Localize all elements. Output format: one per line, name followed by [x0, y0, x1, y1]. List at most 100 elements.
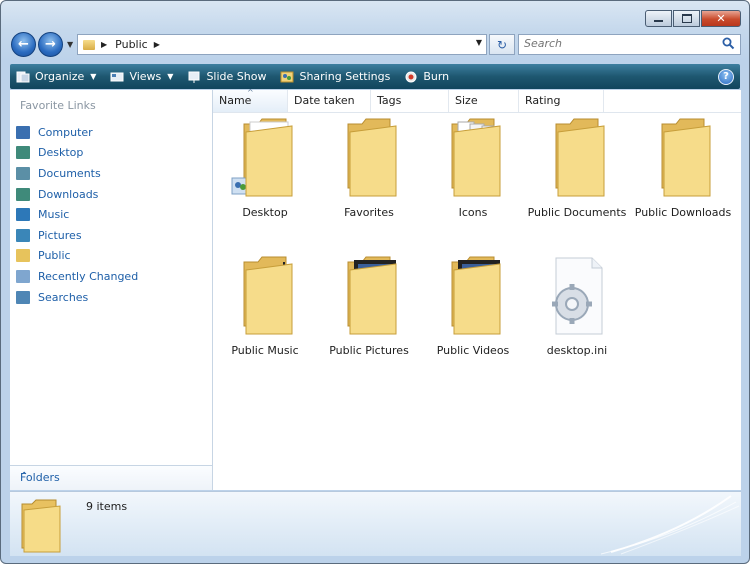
address-dropdown-icon[interactable]: ▼ [476, 38, 482, 47]
breadcrumb-separator-icon[interactable]: ▶ [154, 40, 160, 49]
file-item-label: Desktop [242, 206, 288, 219]
sidebar-item-public[interactable]: Public [16, 246, 138, 267]
sort-ascending-icon: ^ [247, 88, 254, 97]
sharing-settings-button[interactable]: Sharing Settings [274, 64, 398, 89]
sidebar-item-downloads[interactable]: Downloads [16, 184, 138, 205]
downloads-icon [16, 187, 30, 201]
recent-pages-dropdown[interactable]: ▼ [67, 40, 73, 49]
search-input[interactable] [519, 35, 719, 52]
organize-icon [16, 71, 30, 82]
views-button[interactable]: Views ▼ [104, 64, 181, 89]
desktop-icon [16, 146, 30, 160]
folder-with-documents-icon [451, 118, 501, 197]
folder-icon [16, 249, 30, 263]
command-bar: Organize ▼ Views ▼ Slide Show Sharing Sett… [10, 64, 740, 89]
documents-icon [16, 166, 30, 180]
folder-icon [347, 118, 397, 197]
refresh-button[interactable]: ↻ [489, 34, 515, 55]
address-bar[interactable]: ▶ Public ▶ ▼ [77, 34, 487, 55]
maximize-button[interactable] [673, 10, 700, 27]
slideshow-button[interactable]: Slide Show [181, 64, 274, 89]
file-item[interactable]: Public Documents [525, 116, 629, 219]
refresh-icon: ↻ [496, 37, 508, 52]
file-item[interactable]: Favorites [317, 116, 421, 219]
item-count: 9 items [86, 500, 128, 513]
favorite-links-heading: Favorite Links [20, 99, 96, 112]
pictures-folder-icon [347, 256, 397, 335]
file-item-label: Favorites [344, 206, 394, 219]
column-header-label: Tags [377, 94, 402, 107]
details-pane: 9 items [10, 491, 741, 556]
burn-label: Burn [423, 70, 450, 83]
search-box [518, 34, 741, 55]
folder-icon [83, 39, 95, 50]
breadcrumb-public[interactable]: Public [115, 38, 148, 51]
minimize-button[interactable] [645, 10, 672, 27]
computer-icon [16, 125, 30, 139]
file-item-label: Icons [458, 206, 488, 219]
sidebar-item-desktop[interactable]: Desktop [16, 143, 138, 164]
navigation-pane: Favorite Links Computer Desktop Documents D… [10, 90, 213, 490]
sidebar-item-music[interactable]: Music [16, 204, 138, 225]
column-header-tags[interactable]: Tags [371, 90, 449, 112]
slideshow-label: Slide Show [206, 70, 267, 83]
forward-button[interactable]: → [38, 32, 63, 57]
sidebar-item-computer[interactable]: Computer [16, 122, 138, 143]
folders-toggle[interactable]: Folders ⌃ [10, 465, 212, 490]
burn-button[interactable]: Burn [398, 64, 457, 89]
sidebar-item-label: Downloads [38, 187, 99, 201]
sidebar-item-pictures[interactable]: Pictures [16, 225, 138, 246]
sidebar-item-label: Desktop [38, 146, 84, 160]
sharing-icon [280, 71, 294, 82]
navigation-buttons: ← → ▼ [11, 32, 73, 57]
sidebar-item-label: Pictures [38, 228, 82, 242]
music-folder-icon [243, 256, 293, 335]
slideshow-icon [188, 71, 200, 83]
file-item[interactable]: Icons [421, 116, 525, 219]
searches-icon [16, 290, 30, 304]
file-item-label: Public Documents [527, 206, 627, 219]
close-button[interactable]: ✕ [701, 10, 741, 27]
sidebar-item-label: Public [38, 249, 71, 263]
sidebar-item-recently-changed[interactable]: Recently Changed [16, 266, 138, 287]
column-header-name[interactable]: Name ^ [213, 88, 288, 112]
back-button[interactable]: ← [11, 32, 36, 57]
back-arrow-icon: ← [18, 37, 29, 52]
close-icon: ✕ [716, 12, 726, 25]
breadcrumb-separator-icon[interactable]: ▶ [101, 40, 107, 49]
file-item-label: Public Downloads [634, 206, 732, 219]
favorite-links-list: Computer Desktop Documents Downloads Music Pi… [16, 122, 138, 307]
folder-preview-icon [21, 499, 61, 553]
file-item[interactable]: Public Music [213, 254, 317, 357]
maximize-icon [681, 14, 692, 23]
file-item[interactable]: Public Pictures [317, 254, 421, 357]
column-header-date-taken[interactable]: Date taken [288, 90, 371, 112]
sidebar-item-searches[interactable]: Searches [16, 287, 138, 308]
videos-folder-icon [451, 256, 501, 335]
explorer-window: ✕ ← → ▼ ▶ Public ▶ ▼ ↻ Organize ▼ Views ▼ … [0, 0, 750, 564]
documents-folder-icon [555, 118, 605, 197]
file-item-label: Public Videos [436, 344, 510, 357]
column-headers: Name ^ Date taken Tags Size Rating [213, 88, 741, 113]
file-item[interactable]: desktop.ini [525, 254, 629, 357]
help-button[interactable]: ? [718, 69, 734, 85]
forward-arrow-icon: → [45, 37, 56, 52]
chevron-up-icon: ⌃ [20, 471, 29, 482]
window-controls: ✕ [644, 10, 741, 27]
burn-icon [405, 71, 417, 82]
minimize-icon [654, 20, 663, 22]
column-header-size[interactable]: Size [449, 90, 519, 112]
column-header-rating[interactable]: Rating [519, 90, 604, 112]
file-item[interactable]: Desktop [213, 116, 317, 219]
file-item[interactable]: Public Downloads [631, 116, 735, 219]
sharing-settings-label: Sharing Settings [299, 70, 391, 83]
search-icon[interactable] [722, 37, 735, 50]
pictures-icon [16, 228, 30, 242]
sidebar-item-label: Recently Changed [38, 269, 139, 283]
music-icon [16, 208, 30, 222]
sidebar-item-documents[interactable]: Documents [16, 163, 138, 184]
decorative-swoosh [600, 495, 740, 555]
organize-button[interactable]: Organize ▼ [10, 64, 104, 89]
column-header-label: Date taken [294, 94, 355, 107]
file-item[interactable]: Public Videos [421, 254, 525, 357]
